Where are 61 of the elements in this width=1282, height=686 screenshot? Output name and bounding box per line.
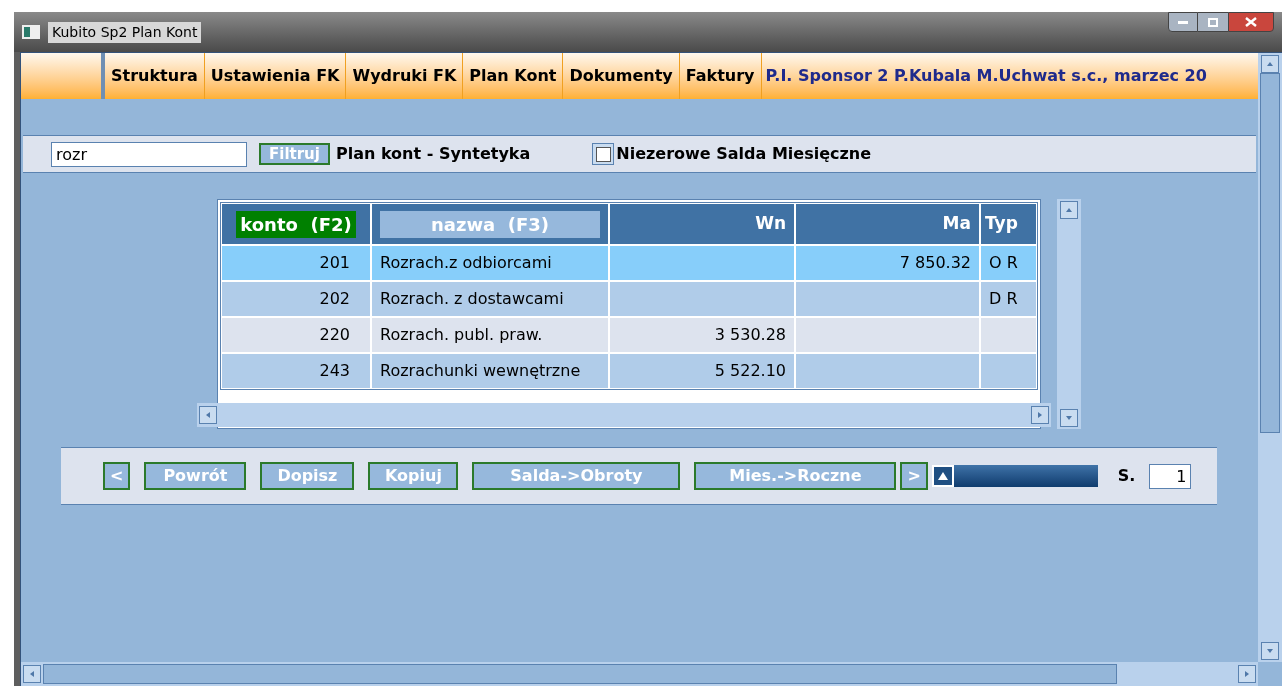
checkbox[interactable] xyxy=(592,143,615,165)
table-row[interactable]: 201 Rozrach.z odbiorcami 7 850.32 O R xyxy=(222,246,1036,280)
checkbox-label: Niezerowe Salda Miesięczne xyxy=(616,143,872,165)
table-horizontal-scrollbar[interactable] xyxy=(197,403,1051,427)
column-header: Typ xyxy=(985,212,1018,236)
table-cell: Rozrach. z dostawcami xyxy=(372,282,608,316)
triangle-icon xyxy=(936,471,949,481)
window-title: Kubito Sp2 Plan Kont xyxy=(48,21,202,43)
maximize-button[interactable] xyxy=(1198,12,1228,32)
table-cell: Rozrach.z odbiorcami xyxy=(372,246,608,280)
table-row[interactable]: 220 Rozrach. publ. praw. 3 530.28 xyxy=(222,318,1036,352)
table-cell: 7 850.32 xyxy=(796,246,979,280)
window-vertical-scrollbar[interactable] xyxy=(1258,53,1282,662)
scroll-up-icon[interactable] xyxy=(1060,201,1078,219)
table-cell: 5 522.10 xyxy=(610,354,794,388)
table-cell: Rozrach. publ. praw. xyxy=(372,318,608,352)
table-cell: 220 xyxy=(222,318,370,352)
table-cell xyxy=(981,354,1036,388)
minimize-button[interactable] xyxy=(1168,12,1198,32)
close-icon xyxy=(1245,17,1257,27)
filter-input[interactable]: rozr xyxy=(51,141,247,167)
close-button[interactable] xyxy=(1228,12,1274,32)
scrollbar-thumb[interactable] xyxy=(43,664,1117,684)
scroll-left-icon[interactable] xyxy=(23,665,41,683)
column-header: Wn xyxy=(755,212,786,236)
table-cell: Rozrachunki wewnętrzne xyxy=(372,354,608,388)
menu-tab[interactable]: Faktury xyxy=(679,53,762,99)
table-row[interactable]: 202 Rozrach. z dostawcami D R xyxy=(222,282,1036,316)
view-title: Plan kont - Syntetyka xyxy=(335,143,531,165)
table-cell xyxy=(981,318,1036,352)
menu-tab[interactable]: Wydruki FK xyxy=(346,53,464,99)
scroll-down-icon[interactable] xyxy=(1060,409,1078,427)
column-header[interactable]: konto (F2) xyxy=(236,210,356,238)
slider-thumb[interactable] xyxy=(931,465,954,487)
page-slider[interactable] xyxy=(931,465,1098,487)
page-label: S. xyxy=(1117,465,1136,487)
menu-tab[interactable]: Ustawienia FK xyxy=(204,53,347,99)
window-horizontal-scrollbar[interactable] xyxy=(21,662,1258,686)
scroll-down-icon[interactable] xyxy=(1261,642,1279,660)
menu-tab[interactable]: Dokumenty xyxy=(563,53,680,99)
table-cell: 201 xyxy=(222,246,370,280)
scroll-left-icon[interactable] xyxy=(199,406,217,424)
menu-tab[interactable]: Plan Kont xyxy=(463,53,564,99)
table-cell: 202 xyxy=(222,282,370,316)
scroll-right-icon[interactable] xyxy=(1238,665,1256,683)
scroll-right-icon[interactable] xyxy=(1031,406,1049,424)
minimize-icon xyxy=(1178,20,1188,24)
table-cell: 243 xyxy=(222,354,370,388)
table-cell: 3 530.28 xyxy=(610,318,794,352)
maximize-icon xyxy=(1208,17,1218,27)
page-field[interactable]: 1 xyxy=(1149,463,1192,489)
app-icon xyxy=(22,25,40,39)
table-row[interactable]: 243 Rozrachunki wewnętrzne 5 522.10 xyxy=(222,354,1036,388)
table-vertical-scrollbar[interactable] xyxy=(1057,199,1081,429)
table-cell: D R xyxy=(981,282,1036,316)
scroll-up-icon[interactable] xyxy=(1261,55,1279,73)
scrollbar-thumb[interactable] xyxy=(1260,73,1280,433)
menu-tab[interactable]: Struktura xyxy=(105,53,205,99)
column-header: Ma xyxy=(942,212,971,236)
table-cell: O R xyxy=(981,246,1036,280)
company-title: P.I. Sponsor 2 P.Kubala M.Uchwat s.c., marzec 20 xyxy=(765,65,1207,87)
